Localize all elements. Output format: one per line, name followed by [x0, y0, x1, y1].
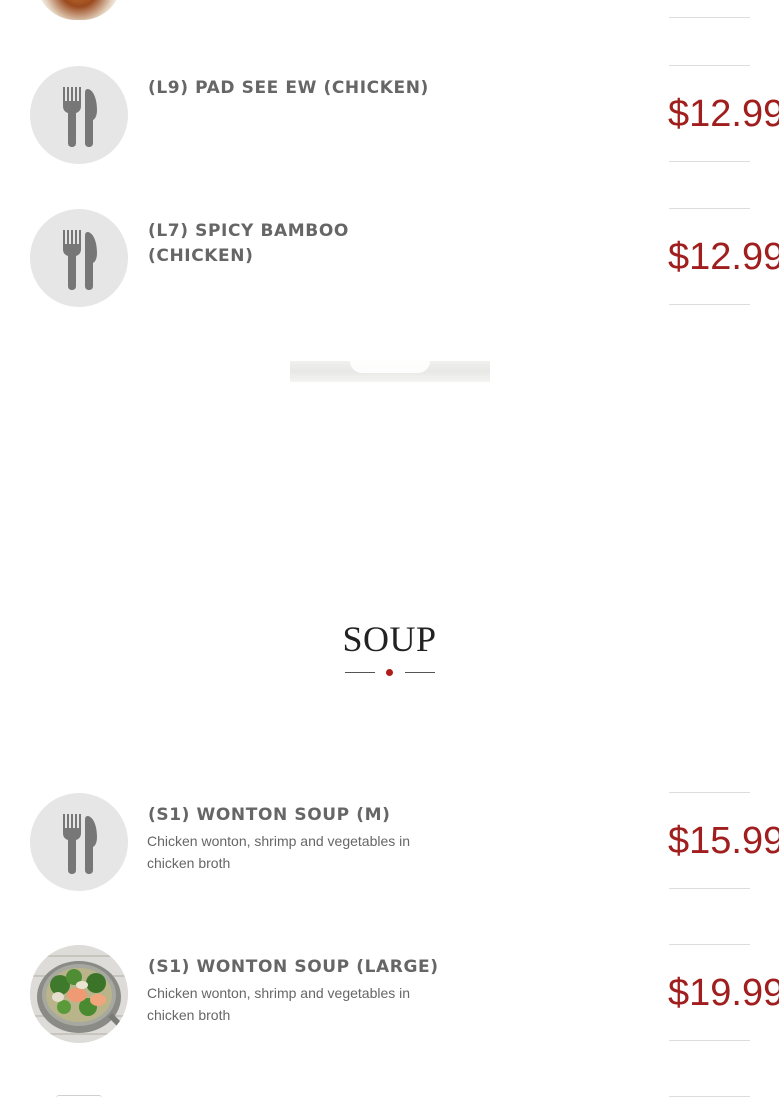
item-price: $15.99 — [668, 820, 779, 862]
item-name: (L7) SPICY BAMBOO (CHICKEN) — [148, 221, 349, 266]
title-divider-right — [405, 672, 435, 673]
section-banner-image — [290, 361, 490, 382]
fork-knife-icon — [30, 209, 128, 307]
item-description: Chicken wonton, shrimp and vegetables in… — [147, 833, 411, 871]
fork-knife-icon — [30, 66, 128, 164]
item-price: $19.99 — [668, 972, 779, 1014]
section-title: SOUP — [342, 619, 437, 659]
fork-knife-icon — [30, 793, 128, 891]
title-divider-dot — [386, 669, 393, 676]
price-divider — [669, 17, 750, 18]
wonton-soup-photo[interactable] — [30, 945, 128, 1043]
partial-food-photo[interactable] — [36, 0, 122, 20]
price-divider — [669, 1096, 750, 1097]
item-price: $12.99 — [668, 93, 779, 135]
item-name: (S1) WONTON SOUP (LARGE) — [148, 957, 439, 977]
item-name: (L9) PAD SEE EW (CHICKEN) — [148, 78, 429, 98]
item-description: Chicken wonton, shrimp and vegetables in… — [147, 985, 411, 1023]
title-divider-left — [345, 672, 375, 673]
item-price: $12.99 — [668, 236, 779, 278]
item-name: (S1) WONTON SOUP (M) — [148, 805, 391, 825]
